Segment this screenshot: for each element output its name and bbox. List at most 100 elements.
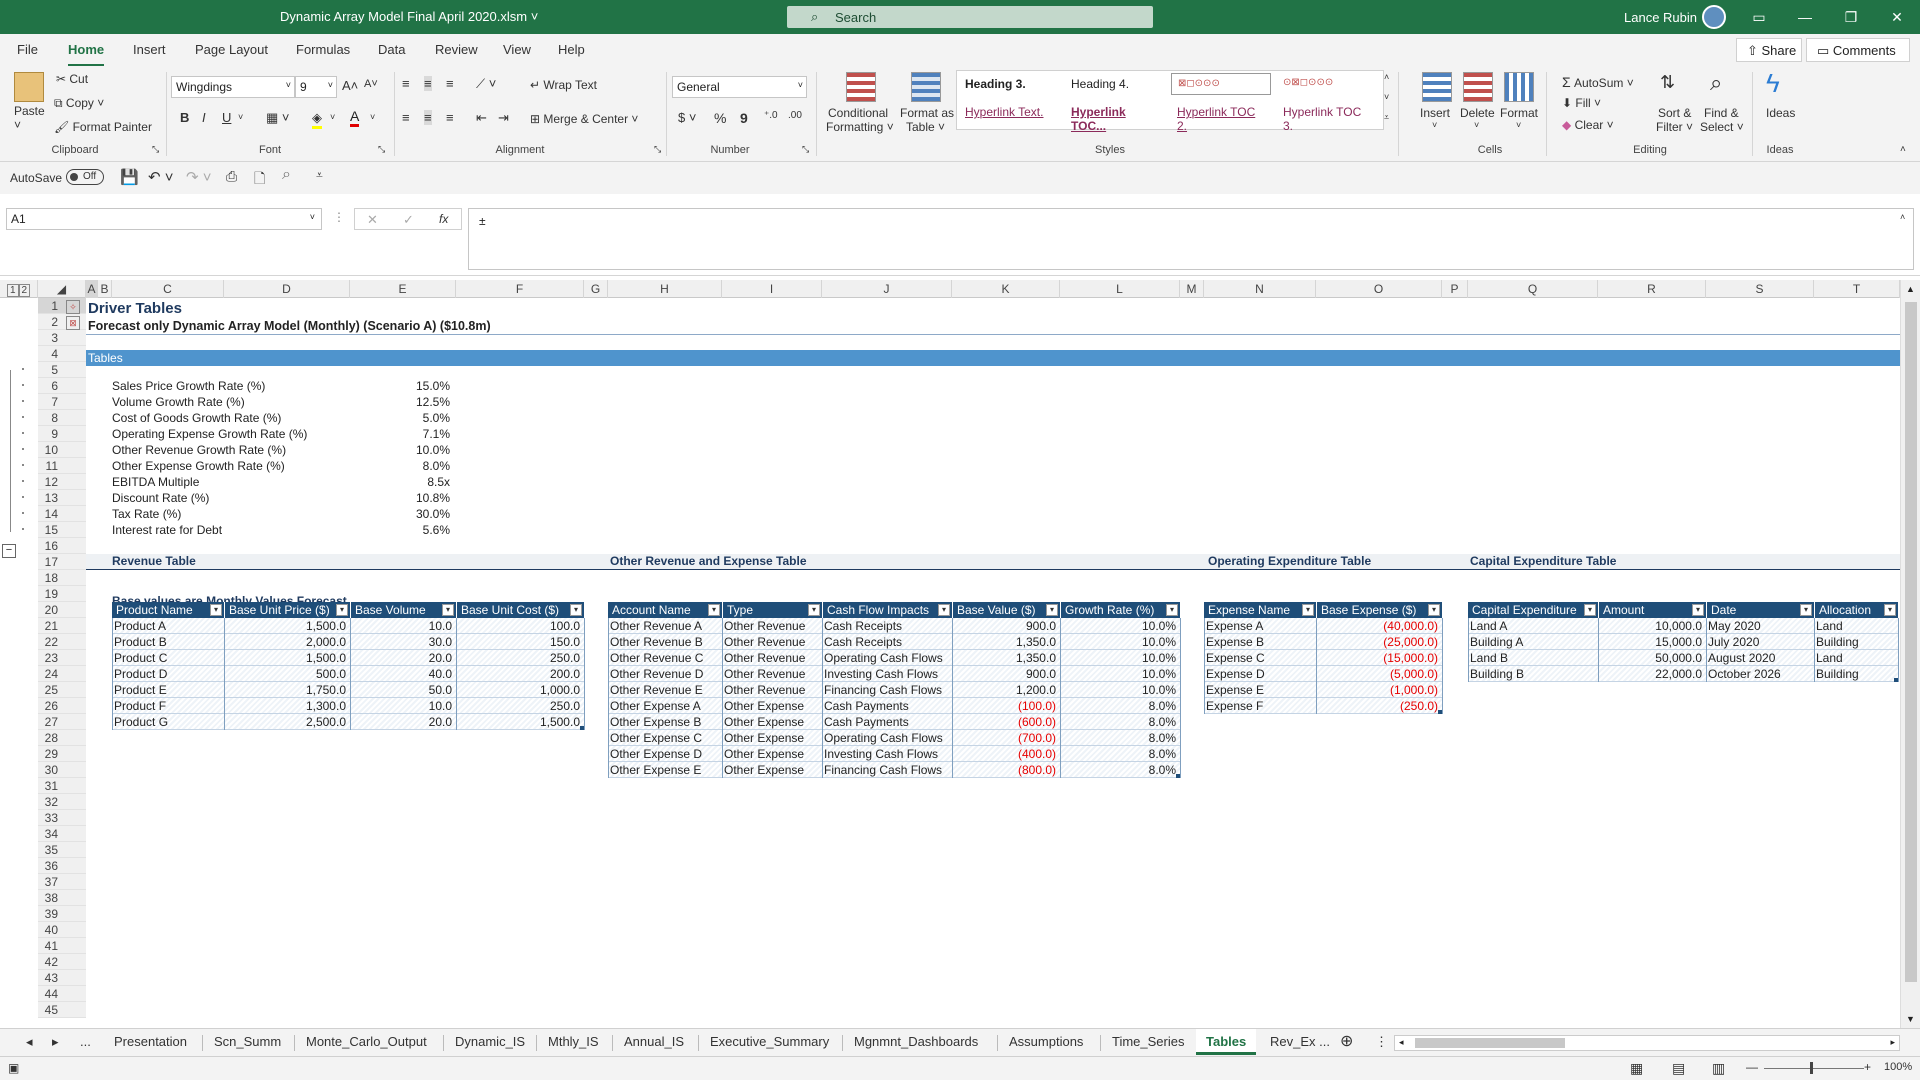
- revenue-cell[interactable]: 1,300.0: [226, 698, 346, 714]
- col-header-R[interactable]: R: [1598, 280, 1706, 298]
- sheet-tab[interactable]: Mthly_IS: [548, 1034, 599, 1049]
- align-middle-icon[interactable]: ≡: [424, 76, 432, 91]
- horizontal-scroll-thumb[interactable]: [1415, 1038, 1565, 1048]
- row-header[interactable]: 4: [38, 346, 86, 362]
- capex-cell[interactable]: October 2026: [1708, 666, 1810, 682]
- fill-button[interactable]: ⬇ Fill ˅: [1562, 96, 1601, 110]
- ribbon-display-icon[interactable]: ▭: [1736, 0, 1782, 34]
- print-preview-icon[interactable]: ⎙: [226, 168, 237, 185]
- wrap-text-button[interactable]: ↵ Wrap Text: [530, 78, 597, 92]
- sheet-tab[interactable]: Time_Series: [1112, 1034, 1184, 1049]
- driver-value[interactable]: 30.0%: [350, 506, 450, 522]
- revenue-cell[interactable]: Product E: [114, 682, 220, 698]
- user-name[interactable]: Lance Rubin: [1624, 10, 1697, 25]
- opex-cell[interactable]: (250.0): [1318, 698, 1438, 714]
- page-layout-view-icon[interactable]: ▤: [1672, 1060, 1685, 1077]
- other-cell[interactable]: Other Expense E: [610, 762, 718, 778]
- capex-cell[interactable]: July 2020: [1708, 634, 1810, 650]
- insert-cells-button[interactable]: Insert: [1420, 106, 1450, 120]
- revenue-cell[interactable]: 100.0: [458, 618, 580, 634]
- capex-cell[interactable]: Land: [1816, 650, 1894, 666]
- revenue-cell[interactable]: Product D: [114, 666, 220, 682]
- table-resize-handle[interactable]: [580, 726, 584, 730]
- opex-cell[interactable]: Expense E: [1206, 682, 1312, 698]
- other-cell[interactable]: Investing Cash Flows: [824, 746, 948, 762]
- filter-dropdown-icon[interactable]: ▾: [1800, 604, 1812, 616]
- revenue-cell[interactable]: 1,500.0: [226, 650, 346, 666]
- row-header[interactable]: 5: [38, 362, 86, 378]
- capex-cell[interactable]: Building: [1816, 666, 1894, 682]
- tab-review[interactable]: Review: [435, 42, 478, 57]
- other-cell[interactable]: Financing Cash Flows: [824, 682, 948, 698]
- style-hyperlink-toc-3[interactable]: Hyperlink TOC 3.: [1277, 101, 1377, 133]
- row-header[interactable]: 45: [38, 1002, 86, 1018]
- tab-help[interactable]: Help: [558, 42, 585, 57]
- row-header[interactable]: 13: [38, 490, 86, 506]
- align-top-icon[interactable]: ≡: [402, 76, 410, 91]
- other-cell[interactable]: 1,350.0: [954, 650, 1056, 666]
- merge-center-button[interactable]: ⊞ Merge & Center ˅: [530, 112, 638, 126]
- row-header[interactable]: 23: [38, 650, 86, 666]
- autosave-toggle[interactable]: Off: [66, 169, 104, 185]
- row-header[interactable]: 14: [38, 506, 86, 522]
- format-cells-button[interactable]: Format: [1500, 106, 1538, 120]
- other-cell[interactable]: 900.0: [954, 618, 1056, 634]
- col-header-F[interactable]: F: [456, 280, 584, 298]
- font-launcher-icon[interactable]: ⤡: [378, 144, 385, 155]
- close-icon[interactable]: ✕: [1874, 0, 1920, 34]
- revenue-cell[interactable]: 250.0: [458, 650, 580, 666]
- opex-cell[interactable]: (5,000.0): [1318, 666, 1438, 682]
- other-cell[interactable]: Other Revenue: [724, 650, 818, 666]
- row-header[interactable]: 26: [38, 698, 86, 714]
- fill-color-icon[interactable]: ◈: [312, 110, 322, 129]
- style-wingdings-1[interactable]: ⊠◻⊙⊙⊙: [1171, 73, 1271, 95]
- insert-function-icon[interactable]: fx: [439, 212, 448, 226]
- revenue-cell[interactable]: 1,500.0: [226, 618, 346, 634]
- opex-cell[interactable]: Expense D: [1206, 666, 1312, 682]
- capex-cell[interactable]: Building: [1816, 634, 1894, 650]
- other-cell[interactable]: Cash Payments: [824, 714, 948, 730]
- row-header[interactable]: 3: [38, 330, 86, 346]
- other-cell[interactable]: Other Expense A: [610, 698, 718, 714]
- other-cell[interactable]: (800.0): [954, 762, 1056, 778]
- sheet-tab[interactable]: Scn_Summ: [214, 1034, 281, 1049]
- find-select-dropdown[interactable]: Select ˅: [1700, 120, 1744, 134]
- sheet-tab[interactable]: Tables: [1196, 1029, 1257, 1055]
- worksheet-grid[interactable]: 12 ◢ A B C D E F G H I J K L M N O P Q R…: [0, 280, 1920, 1028]
- revenue-cell[interactable]: 20.0: [352, 650, 452, 666]
- row-header[interactable]: 44: [38, 986, 86, 1002]
- search-box[interactable]: ⌕ Search: [787, 6, 1153, 28]
- row-header[interactable]: 34: [38, 826, 86, 842]
- sheet-tab[interactable]: Monte_Carlo_Output: [306, 1034, 427, 1049]
- zoom-out-icon[interactable]: —: [1746, 1060, 1758, 1074]
- other-cell[interactable]: Financing Cash Flows: [824, 762, 948, 778]
- col-header-D[interactable]: D: [224, 280, 350, 298]
- style-heading-3[interactable]: Heading 3.: [959, 73, 1059, 95]
- capex-cell[interactable]: Land A: [1470, 618, 1594, 634]
- align-right-icon[interactable]: ≡: [446, 110, 454, 125]
- restore-icon[interactable]: ❐: [1828, 0, 1874, 34]
- opex-cell[interactable]: Expense B: [1206, 634, 1312, 650]
- row-header[interactable]: 29: [38, 746, 86, 762]
- format-as-table-icon[interactable]: [911, 72, 941, 102]
- new-sheet-icon[interactable]: ⊕: [1340, 1031, 1353, 1051]
- sheet-tab[interactable]: Mgnmnt_Dashboards: [854, 1034, 978, 1049]
- outline-collapse-button[interactable]: −: [2, 544, 16, 558]
- row-header[interactable]: 38: [38, 890, 86, 906]
- tab-insert[interactable]: Insert: [133, 42, 166, 57]
- capex-cell[interactable]: Building A: [1470, 634, 1594, 650]
- opex-cell[interactable]: (1,000.0): [1318, 682, 1438, 698]
- filter-dropdown-icon[interactable]: ▾: [1584, 604, 1596, 616]
- minimize-icon[interactable]: —: [1782, 0, 1828, 34]
- other-cell[interactable]: Other Expense: [724, 762, 818, 778]
- row-header[interactable]: 8: [38, 410, 86, 426]
- tab-data[interactable]: Data: [378, 42, 405, 57]
- tab-home[interactable]: Home: [68, 42, 105, 67]
- revenue-cell[interactable]: 150.0: [458, 634, 580, 650]
- tab-file[interactable]: File: [17, 42, 38, 57]
- other-cell[interactable]: 8.0%: [1062, 730, 1176, 746]
- number-format-select[interactable]: General ˅: [672, 76, 807, 98]
- vertical-scroll-thumb[interactable]: [1905, 302, 1917, 982]
- col-header-L[interactable]: L: [1060, 280, 1180, 298]
- row-header[interactable]: 17: [38, 554, 86, 570]
